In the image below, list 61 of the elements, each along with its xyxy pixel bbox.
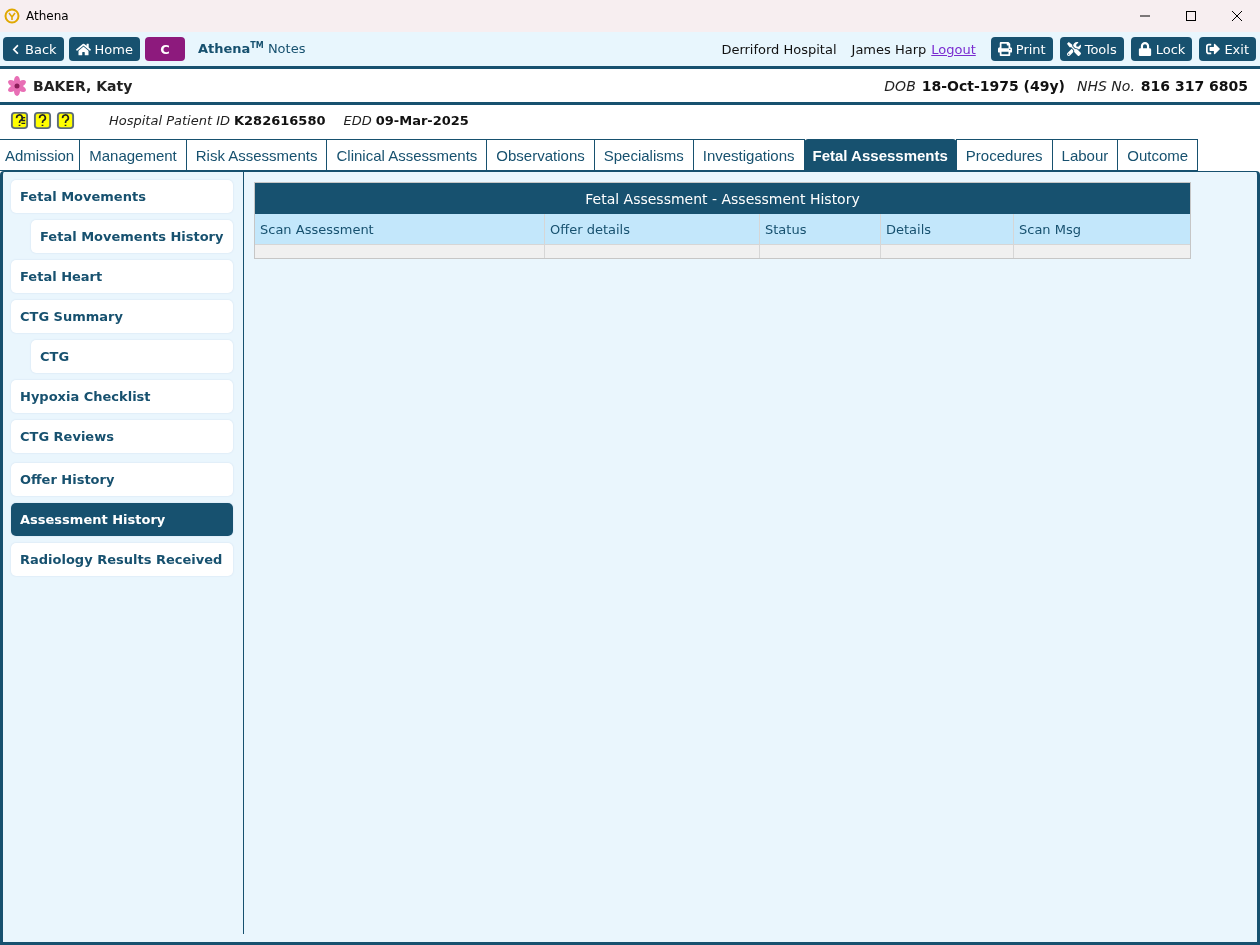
sidebar-item[interactable]: Radiology Results Received [11,543,233,576]
column-header: Status [759,214,880,244]
column-header: Scan Msg [1013,214,1190,244]
window-title: Athena [26,9,69,23]
tab[interactable]: Fetal Assessments [803,139,957,171]
logout-link[interactable]: Logout [931,41,976,57]
tab[interactable]: Risk Assessments [185,139,328,171]
patient-name: BAKER, Katy [33,77,133,94]
sign-out-icon [1206,42,1221,56]
lock-icon [1137,42,1152,56]
exit-button[interactable]: Exit [1199,37,1256,61]
user-name: James Harp [851,41,927,57]
print-icon [997,42,1012,56]
column-header: Details [880,214,1013,244]
table-title: Fetal Assessment - Assessment History [255,183,1190,214]
back-button[interactable]: Back [3,37,64,61]
hospital-name: Derriford Hospital [721,41,837,57]
app-logo-icon [4,8,20,24]
sidebar-item[interactable]: CTG [31,340,233,373]
patient-id-label: Hospital Patient ID [109,112,230,128]
sidebar-item[interactable]: Fetal Movements History [31,220,233,253]
home-button[interactable]: Home [68,37,140,61]
wrench-screwdriver-icon [1066,42,1081,56]
print-button[interactable]: Print [990,37,1053,61]
c-button[interactable]: C [144,37,185,61]
lock-button[interactable]: Lock [1130,37,1193,61]
tab[interactable]: Management [79,139,187,171]
help-icon[interactable] [56,110,75,130]
nhs-value: 816 317 6805 [1140,77,1248,94]
flower-icon [7,75,27,96]
tab[interactable]: Procedures [955,139,1053,171]
column-header: Scan Assessment [255,214,544,244]
dob-value: 18-Oct-1975 (49y) [921,77,1065,94]
nhs-label: NHS No. [1077,77,1135,94]
chevron-left-icon [10,43,21,55]
column-header: Offer details [544,214,759,244]
edd-label: EDD [343,112,372,128]
tab[interactable]: Specialisms [593,139,694,171]
close-icon [1232,11,1242,21]
tools-button[interactable]: Tools [1059,37,1124,61]
dob-label: DOB [884,77,916,94]
help-icon[interactable] [33,110,52,130]
tab[interactable]: Investigations [692,139,805,171]
sidebar-item[interactable]: Assessment History [11,503,233,536]
help-icon[interactable] [10,110,29,130]
sidebar-item[interactable]: CTG Summary [11,300,233,333]
edd-value: 09-Mar-2025 [375,112,469,128]
sidebar-item[interactable]: Hypoxia Checklist [11,380,233,413]
tab[interactable]: Admission [0,139,81,171]
sidebar-item[interactable]: Fetal Heart [11,260,233,293]
app-name: Athena$^{TM}$ Notes [197,41,306,57]
tab[interactable]: Outcome [1117,139,1199,171]
tab[interactable]: Clinical Assessments [326,139,488,171]
maximize-icon [1186,11,1196,21]
tab[interactable]: Observations [486,139,595,171]
sidebar-item[interactable]: Fetal Movements [11,180,233,213]
home-icon [75,41,91,57]
sidebar-item[interactable]: Offer History [11,463,233,496]
patient-id-value: K282616580 [234,112,326,128]
tab[interactable]: Labour [1051,139,1119,171]
sidebar-item[interactable]: CTG Reviews [11,420,233,453]
